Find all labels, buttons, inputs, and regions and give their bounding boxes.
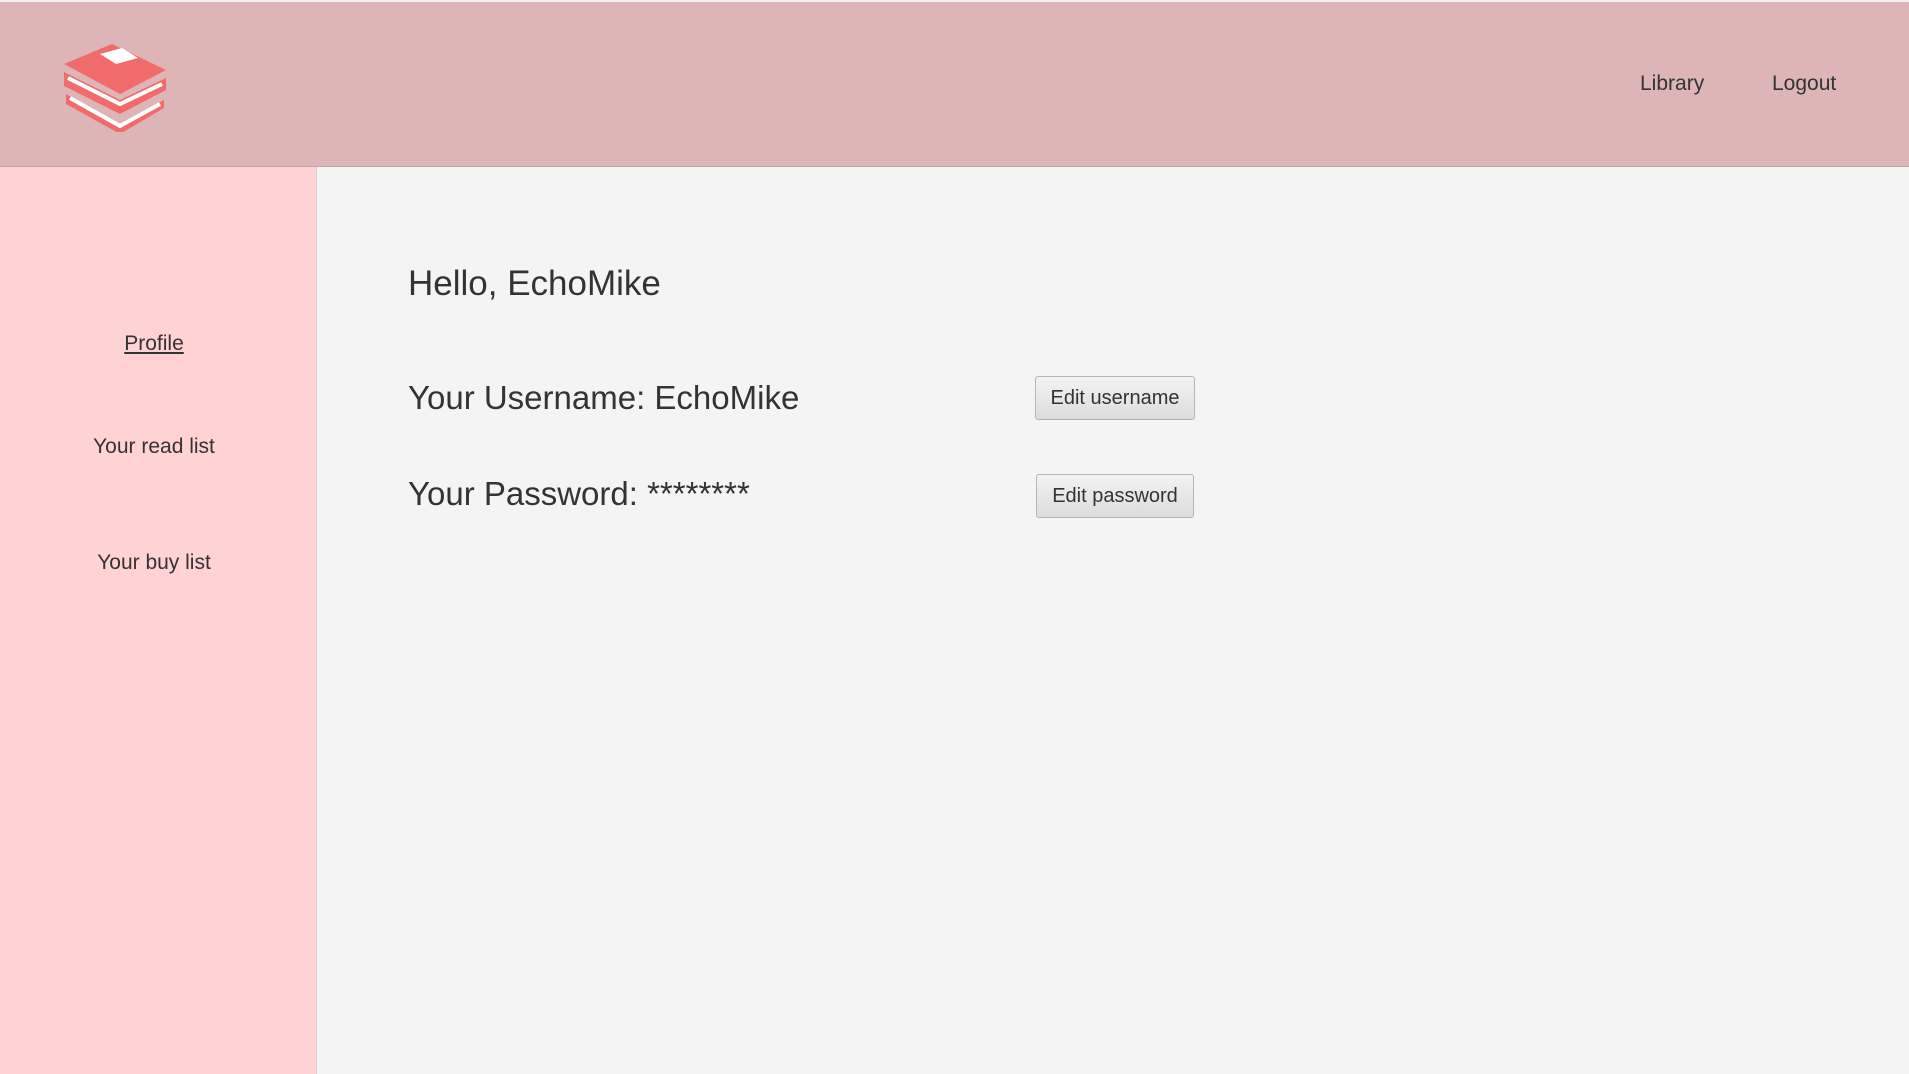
edit-username-button[interactable]: Edit username [1035,376,1195,420]
profile-panel: Hello, EchoMike Your Username: EchoMike … [318,167,1909,1074]
nav-library-link[interactable]: Library [1640,72,1704,96]
sidebar-item-read-list[interactable]: Your read list [0,435,308,459]
app-header: Library Logout [0,2,1909,167]
password-label: Your Password: ******** [408,475,750,512]
sidebar: Profile Your read list Your buy list [0,167,317,1074]
sidebar-item-buy-list[interactable]: Your buy list [0,551,308,575]
username-label: Your Username: EchoMike [408,379,800,416]
sidebar-item-profile[interactable]: Profile [0,332,308,356]
greeting-heading: Hello, EchoMike [408,264,661,303]
nav-logout-link[interactable]: Logout [1772,72,1836,96]
edit-password-button[interactable]: Edit password [1036,474,1194,518]
stacked-books-icon[interactable] [60,42,170,134]
